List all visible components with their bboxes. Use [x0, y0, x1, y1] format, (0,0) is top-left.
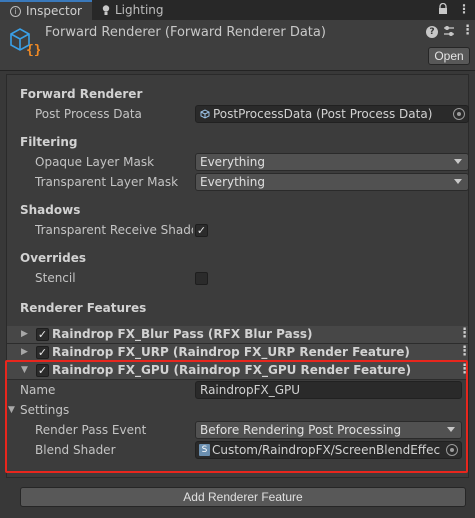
info-icon: i — [10, 5, 21, 17]
tab-lighting-label: Lighting — [115, 3, 164, 17]
expand-arrow-icon[interactable]: ▶ — [21, 329, 28, 339]
post-process-data-label: Post Process Data — [35, 107, 142, 121]
feature-name-label: Name — [20, 383, 56, 397]
tab-menu-icon[interactable]: ⋮ — [458, 2, 470, 16]
opaque-layer-mask-value: Everything — [200, 155, 265, 169]
renderer-asset-icon: {} — [8, 26, 42, 59]
help-icon[interactable]: ? — [426, 26, 438, 38]
transparent-layer-mask-value: Everything — [200, 175, 265, 189]
render-pass-event-dropdown[interactable]: Before Rendering Post Processing — [195, 421, 462, 439]
renderer-feature-row[interactable]: ▶ ✓ Raindrop FX_Blur Pass (RFX Blur Pass… — [7, 326, 471, 344]
renderer-feature-row[interactable]: ▶ ✓ Raindrop FX_URP (Raindrop FX_URP Ren… — [7, 344, 471, 362]
feature-menu-icon[interactable]: ⋮ — [458, 326, 471, 341]
transparent-receive-shadows-checkbox[interactable]: ✓ — [195, 224, 208, 237]
renderer-feature-row[interactable]: ▼ ✓ Raindrop FX_GPU (Raindrop FX_GPU Ren… — [7, 362, 471, 380]
transparent-receive-shadows-label: Transparent Receive Shadows — [35, 223, 193, 237]
collapse-arrow-icon[interactable]: ▼ — [21, 365, 28, 375]
chevron-down-icon — [447, 427, 455, 432]
blend-shader-value: Custom/RaindropFX/ScreenBlendEffect_GPU — [212, 443, 440, 457]
section-shadows: Shadows — [20, 203, 81, 217]
post-process-data-field[interactable]: PostProcessData (Post Process Data) — [195, 105, 469, 123]
section-filtering: Filtering — [20, 135, 78, 149]
feature-label: Raindrop FX_URP (Raindrop FX_URP Render … — [52, 345, 410, 359]
transparent-layer-mask-dropdown[interactable]: Everything — [195, 173, 469, 191]
header-menu-icon[interactable]: ⋮ — [461, 23, 474, 38]
transparent-layer-mask-label: Transparent Layer Mask — [35, 175, 179, 189]
feature-label: Raindrop FX_Blur Pass (RFX Blur Pass) — [52, 327, 313, 341]
render-pass-event-label: Render Pass Event — [35, 423, 147, 437]
feature-menu-icon[interactable]: ⋮ — [458, 344, 471, 359]
chevron-down-icon — [454, 159, 462, 164]
post-process-data-value: PostProcessData (Post Process Data) — [213, 107, 433, 121]
expand-arrow-icon[interactable]: ▶ — [21, 347, 28, 357]
bulb-icon — [102, 4, 110, 16]
render-pass-event-value: Before Rendering Post Processing — [200, 423, 402, 437]
settings-label[interactable]: Settings — [20, 403, 69, 417]
shader-icon: S — [199, 444, 210, 456]
svg-text:{}: {} — [26, 43, 40, 56]
feature-menu-icon[interactable]: ⋮ — [458, 362, 471, 377]
feature-enabled-checkbox[interactable]: ✓ — [36, 328, 49, 341]
stencil-checkbox[interactable] — [195, 272, 208, 285]
tab-inspector-label: Inspector — [26, 4, 82, 18]
stencil-label: Stencil — [35, 271, 76, 285]
settings-expand-arrow-icon[interactable]: ▼ — [8, 405, 15, 415]
feature-enabled-checkbox[interactable]: ✓ — [36, 364, 49, 377]
section-overrides: Overrides — [20, 251, 86, 265]
opaque-layer-mask-label: Opaque Layer Mask — [35, 155, 155, 169]
tab-lighting[interactable]: Lighting — [96, 0, 192, 20]
blend-shader-field[interactable]: S Custom/RaindropFX/ScreenBlendEffect_GP… — [195, 441, 462, 459]
presets-icon[interactable] — [443, 25, 455, 40]
open-button[interactable]: Open — [428, 47, 470, 65]
feature-enabled-checkbox[interactable]: ✓ — [36, 346, 49, 359]
chevron-down-icon — [454, 179, 462, 184]
object-picker-icon[interactable] — [446, 444, 458, 456]
tab-inspector[interactable]: i Inspector — [0, 0, 92, 20]
add-renderer-feature-button[interactable]: Add Renderer Feature — [20, 487, 466, 507]
section-forward-renderer: Forward Renderer — [20, 87, 143, 101]
feature-name-value: RaindropFX_GPU — [200, 383, 301, 397]
section-renderer-features: Renderer Features — [20, 301, 147, 315]
lock-icon[interactable] — [438, 2, 448, 18]
feature-label: Raindrop FX_GPU (Raindrop FX_GPU Render … — [52, 363, 412, 377]
blend-shader-label: Blend Shader — [35, 443, 116, 457]
scriptable-object-icon — [199, 108, 211, 120]
inspector-title: Forward Renderer (Forward Renderer Data) — [45, 25, 326, 40]
feature-name-input[interactable]: RaindropFX_GPU — [195, 381, 462, 399]
object-picker-icon[interactable] — [453, 108, 465, 120]
opaque-layer-mask-dropdown[interactable]: Everything — [195, 153, 469, 171]
